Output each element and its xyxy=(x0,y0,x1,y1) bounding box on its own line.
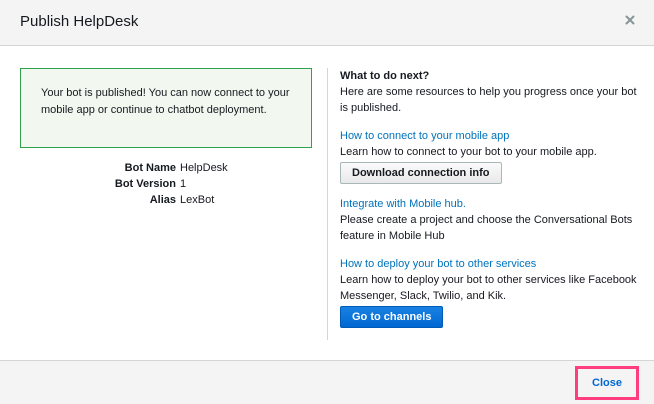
vertical-divider xyxy=(327,68,328,340)
mobile-app-link[interactable]: How to connect to your mobile app xyxy=(340,128,509,144)
modal-header: Publish HelpDesk xyxy=(0,0,654,46)
mobile-hub-description: Please create a project and choose the C… xyxy=(340,214,633,242)
modal-footer: Close xyxy=(0,360,654,404)
mobile-app-description: Learn how to connect to your bot to your… xyxy=(340,146,597,158)
success-alert: Your bot is published! You can now conne… xyxy=(20,68,312,148)
next-steps-intro: Here are some resources to help you prog… xyxy=(340,86,637,114)
detail-value: 1 xyxy=(180,178,187,190)
detail-row-bot-version: Bot Version 1 xyxy=(20,178,312,194)
detail-value: HelpDesk xyxy=(180,162,228,174)
detail-row-alias: Alias LexBot xyxy=(20,194,312,210)
mobile-hub-link[interactable]: Integrate with Mobile hub. xyxy=(340,196,466,212)
bot-details: Bot Name HelpDesk Bot Version 1 Alias Le… xyxy=(20,162,312,210)
publish-modal: Publish HelpDesk Your bot is published! … xyxy=(0,0,654,404)
section-other-services: How to deploy your bot to other services… xyxy=(340,256,640,328)
go-to-channels-button[interactable]: Go to channels xyxy=(340,306,444,328)
download-connection-info-button[interactable]: Download connection info xyxy=(340,162,502,184)
other-services-link[interactable]: How to deploy your bot to other services xyxy=(340,256,536,272)
close-icon[interactable] xyxy=(623,13,637,27)
success-message: Your bot is published! You can now conne… xyxy=(41,87,290,116)
next-steps-heading: What to do next? xyxy=(340,70,430,82)
close-button[interactable]: Close xyxy=(575,366,639,400)
next-steps-panel: What to do next? Here are some resources… xyxy=(340,68,640,328)
section-mobile-hub: Integrate with Mobile hub. Please create… xyxy=(340,196,640,244)
detail-label: Bot Name xyxy=(124,162,176,174)
other-services-description: Learn how to deploy your bot to other se… xyxy=(340,274,637,302)
detail-row-bot-name: Bot Name HelpDesk xyxy=(20,162,312,178)
detail-label: Alias xyxy=(149,194,176,206)
detail-value: LexBot xyxy=(180,194,215,206)
modal-title: Publish HelpDesk xyxy=(20,13,139,30)
close-button-label: Close xyxy=(592,377,622,389)
section-mobile-app: How to connect to your mobile app Learn … xyxy=(340,128,640,184)
detail-label: Bot Version xyxy=(114,178,176,190)
